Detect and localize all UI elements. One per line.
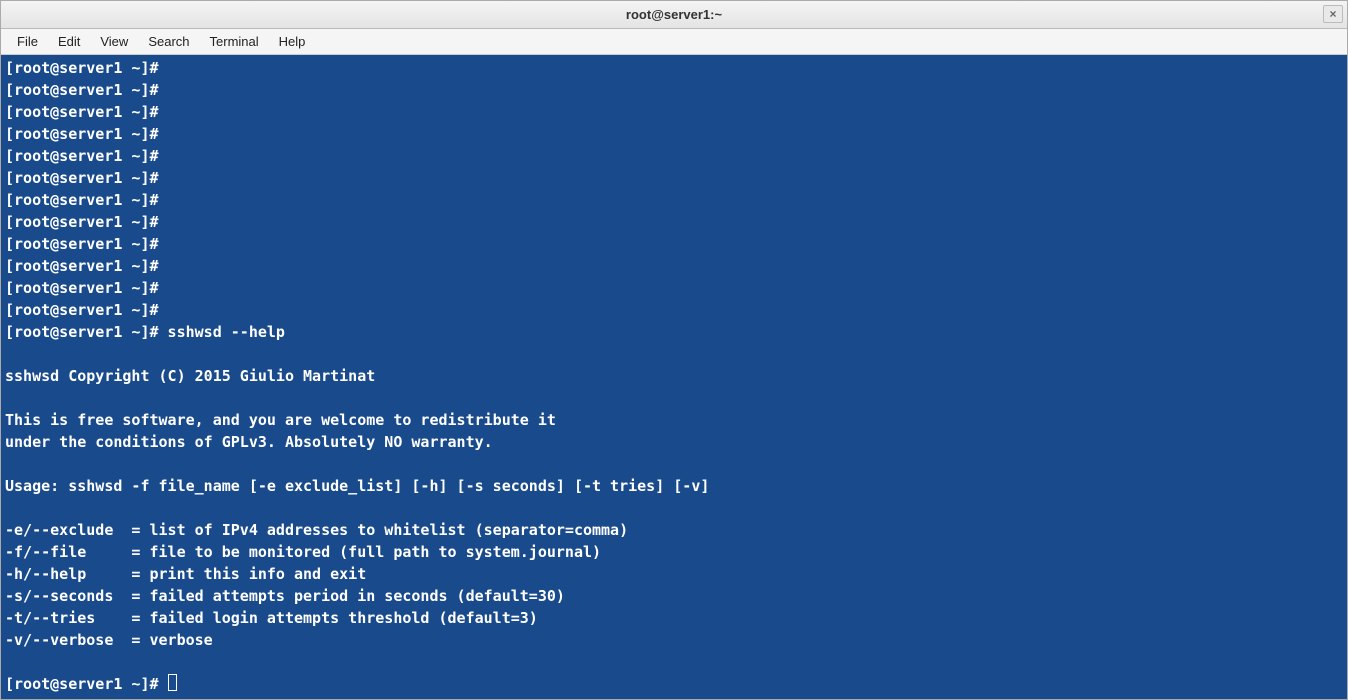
menu-search[interactable]: Search xyxy=(138,32,199,51)
menu-terminal[interactable]: Terminal xyxy=(200,32,269,51)
menu-file[interactable]: File xyxy=(7,32,48,51)
titlebar: root@server1:~ × xyxy=(1,1,1347,29)
close-button[interactable]: × xyxy=(1323,5,1343,23)
close-icon: × xyxy=(1329,7,1336,21)
menu-edit[interactable]: Edit xyxy=(48,32,90,51)
menu-view[interactable]: View xyxy=(90,32,138,51)
terminal-output[interactable]: [root@server1 ~]# [root@server1 ~]# [roo… xyxy=(1,55,1347,699)
menu-help[interactable]: Help xyxy=(269,32,316,51)
window-title: root@server1:~ xyxy=(626,7,722,22)
cursor xyxy=(168,674,177,691)
menubar: File Edit View Search Terminal Help xyxy=(1,29,1347,55)
terminal-window: root@server1:~ × File Edit View Search T… xyxy=(0,0,1348,700)
